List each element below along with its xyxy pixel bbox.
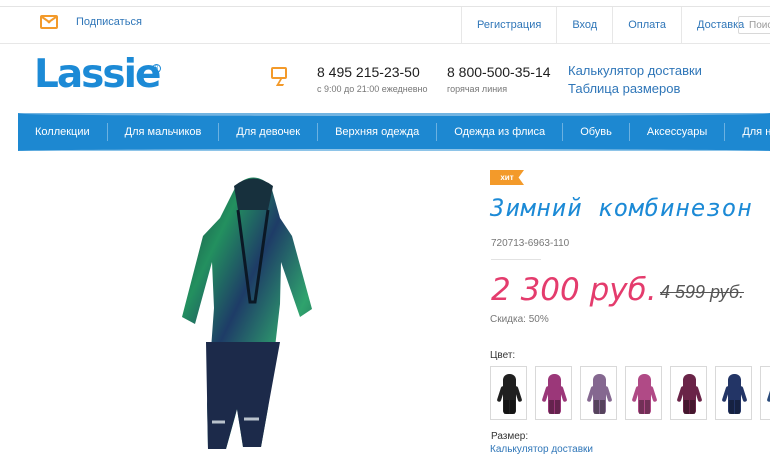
snowsuit-thumbnail (728, 374, 741, 414)
color-swatches (490, 366, 770, 420)
phone-hotline: 8 800-500-35-14 (447, 64, 551, 80)
hit-badge: хит (490, 170, 524, 185)
old-price: 4 599 руб. (660, 282, 744, 302)
discount-text: Скидка: 50% (490, 314, 549, 325)
subscribe-link[interactable]: Подписаться (40, 15, 142, 29)
delivery-calculator-bottom-link[interactable]: Калькулятор доставки (490, 444, 593, 455)
login-link[interactable]: Вход (556, 7, 612, 43)
snowsuit-thumbnail (503, 374, 516, 414)
color-swatch[interactable] (760, 366, 770, 420)
mail-icon (40, 15, 58, 29)
snowsuit-hood (234, 178, 273, 210)
nav-item-shoes[interactable]: Обувь (563, 123, 630, 141)
top-bar: Подписаться Регистрация Вход Оплата Дост… (0, 7, 770, 44)
snowsuit-thumbnail (548, 374, 561, 414)
search-input[interactable]: Поис (738, 16, 770, 34)
product-title: Зимний комбинезон (490, 194, 753, 222)
thumbnail-leg (504, 400, 509, 414)
snowsuit-thumbnail (638, 374, 651, 414)
color-label: Цвет: (490, 350, 516, 361)
thumbnail-leg (639, 400, 644, 414)
phone-main-note: с 9:00 до 21:00 ежедневно (317, 84, 428, 94)
color-swatch[interactable] (670, 366, 707, 420)
price-divider (491, 259, 541, 260)
nav-item-girls[interactable]: Для девочек (219, 123, 319, 141)
product-price: 2 300 руб. (491, 272, 657, 308)
thumbnail-leg (645, 400, 650, 414)
browser-top-strip (0, 0, 770, 7)
subscribe-label: Подписаться (76, 16, 142, 28)
thumbnail-leg (684, 400, 689, 414)
nav-item-newborns[interactable]: Для ново (725, 123, 770, 141)
registered-mark-icon: R (152, 64, 161, 73)
nav-item-fleece[interactable]: Одежда из флиса (437, 123, 564, 141)
thumbnail-leg (729, 400, 734, 414)
nav-item-accessories[interactable]: Аксессуары (630, 123, 726, 141)
phone-main: 8 495 215-23-50 (317, 64, 420, 80)
thumbnail-leg (549, 400, 554, 414)
register-link[interactable]: Регистрация (461, 7, 556, 43)
nav-item-boys[interactable]: Для мальчиков (108, 123, 220, 141)
size-label: Размер: (491, 431, 529, 442)
nav-items: Коллекции Для мальчиков Для девочек Верх… (18, 113, 770, 151)
site-logo[interactable]: Lassie (34, 52, 161, 97)
color-swatch[interactable] (715, 366, 752, 420)
snowsuit-pants (206, 342, 280, 449)
thumbnail-leg (555, 400, 560, 414)
phone-hotline-note: горячая линия (447, 84, 508, 94)
size-table-link[interactable]: Таблица размеров (568, 81, 680, 96)
product-image[interactable] (152, 164, 357, 454)
top-links: Регистрация Вход Оплата Доставка (461, 7, 759, 43)
color-swatch[interactable] (535, 366, 572, 420)
chat-icon[interactable] (271, 67, 287, 79)
thumbnail-leg (690, 400, 695, 414)
thumbnail-leg (594, 400, 599, 414)
color-swatch[interactable] (580, 366, 617, 420)
nav-item-collections[interactable]: Коллекции (18, 123, 108, 141)
snowsuit-thumbnail (593, 374, 606, 414)
main-nav: Коллекции Для мальчиков Для девочек Верх… (18, 113, 770, 151)
delivery-calculator-link[interactable]: Калькулятор доставки (568, 63, 702, 78)
product-sku: 720713-6963-110 (491, 238, 570, 249)
thumbnail-leg (600, 400, 605, 414)
snowsuit-thumbnail (683, 374, 696, 414)
thumbnail-leg (510, 400, 515, 414)
thumbnail-leg (735, 400, 740, 414)
payment-link[interactable]: Оплата (612, 7, 681, 43)
color-swatch[interactable] (490, 366, 527, 420)
color-swatch[interactable] (625, 366, 662, 420)
nav-item-outerwear[interactable]: Верхняя одежда (318, 123, 438, 141)
